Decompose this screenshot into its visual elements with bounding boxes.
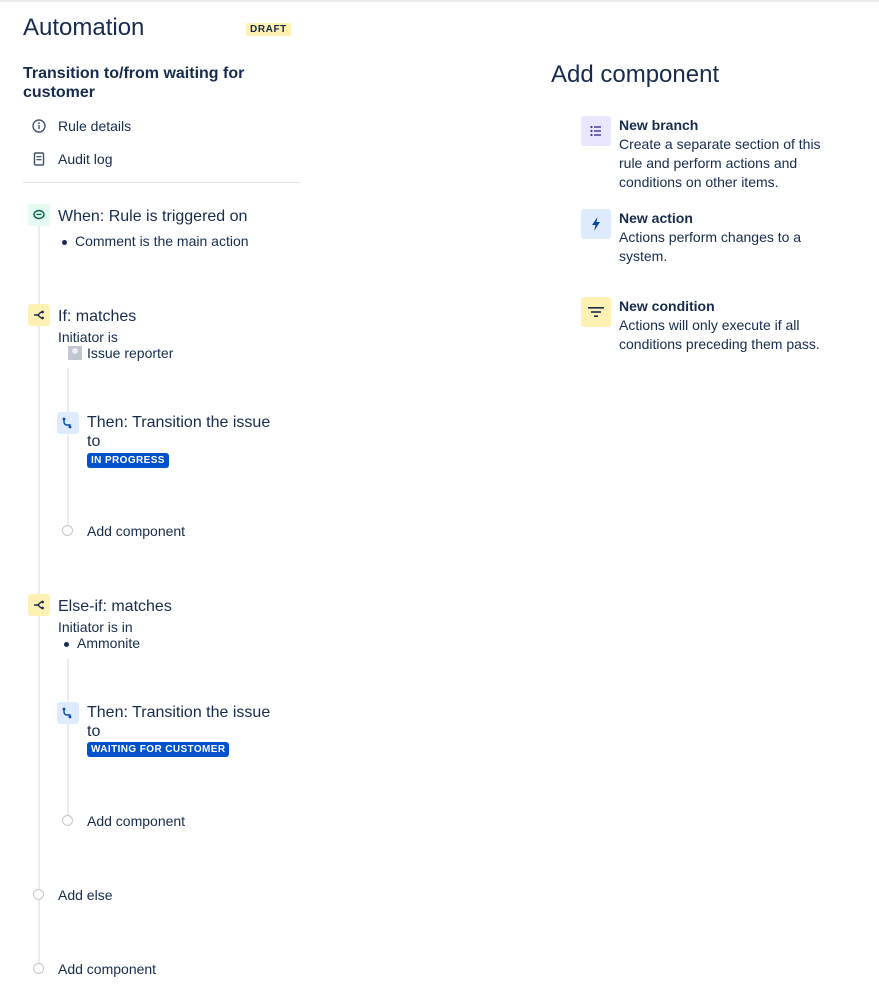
if-title[interactable]: If: matches — [58, 307, 136, 326]
audit-log-label: Audit log — [58, 151, 113, 167]
lightning-icon — [581, 209, 611, 239]
status-lozenge: IN PROGRESS — [87, 453, 169, 468]
trigger-title[interactable]: When: Rule is triggered on — [58, 207, 247, 226]
new-action-option[interactable]: New action Actions perform changes to a … — [581, 209, 831, 265]
transition-icon — [57, 702, 79, 724]
if-branch-line — [67, 368, 69, 528]
if-action-title[interactable]: Then: Transition the issue to — [87, 413, 277, 451]
elseif-title[interactable]: Else-if: matches — [58, 597, 172, 616]
option-title: New condition — [619, 298, 715, 314]
add-dot — [62, 525, 73, 536]
rule-name[interactable]: Transition to/from waiting for customer — [23, 64, 253, 102]
info-icon — [30, 117, 48, 135]
condition-icon — [28, 594, 50, 616]
option-description: Create a separate section of this rule a… — [619, 136, 821, 190]
option-description: Actions perform changes to a system. — [619, 229, 802, 264]
divider — [23, 182, 300, 183]
elseif-bullet: Ammonite — [63, 635, 141, 651]
if-user: Issue reporter — [87, 345, 174, 361]
branch-icon — [581, 116, 611, 146]
rule-details-link[interactable]: Rule details — [30, 117, 131, 135]
page-icon — [30, 150, 48, 168]
add-component-link[interactable]: Add component — [87, 813, 185, 829]
status-lozenge: WAITING FOR CUSTOMER — [87, 742, 230, 757]
trigger-bullet: Comment is the main action — [62, 233, 249, 249]
add-dot — [62, 815, 73, 826]
new-condition-option[interactable]: New condition Actions will only execute … — [581, 297, 831, 373]
add-dot — [33, 963, 44, 974]
transition-icon — [57, 412, 79, 434]
add-else-link[interactable]: Add else — [58, 887, 112, 903]
avatar — [68, 346, 82, 360]
elseif-subtitle: Initiator is in — [58, 619, 133, 635]
condition-icon — [28, 304, 50, 326]
add-dot — [33, 889, 44, 900]
option-description: Actions will only execute if all conditi… — [619, 317, 820, 352]
draft-badge: DRAFT — [246, 23, 291, 36]
option-title: New branch — [619, 117, 699, 133]
add-component-link[interactable]: Add component — [58, 961, 156, 977]
new-branch-option[interactable]: New branch Create a separate section of … — [581, 116, 831, 192]
elseif-action-title[interactable]: Then: Transition the issue to — [87, 703, 277, 741]
option-title: New action — [619, 210, 693, 226]
filter-icon — [581, 297, 611, 327]
rule-details-label: Rule details — [58, 118, 132, 134]
audit-log-link[interactable]: Audit log — [30, 150, 112, 168]
top-border — [0, 0, 879, 2]
if-subtitle: Initiator is — [58, 329, 118, 345]
panel-title: Add component — [551, 61, 720, 88]
elseif-branch-line — [67, 659, 69, 817]
add-component-link[interactable]: Add component — [87, 523, 185, 539]
trigger-icon — [28, 204, 50, 226]
page-title: Automation — [23, 14, 145, 41]
